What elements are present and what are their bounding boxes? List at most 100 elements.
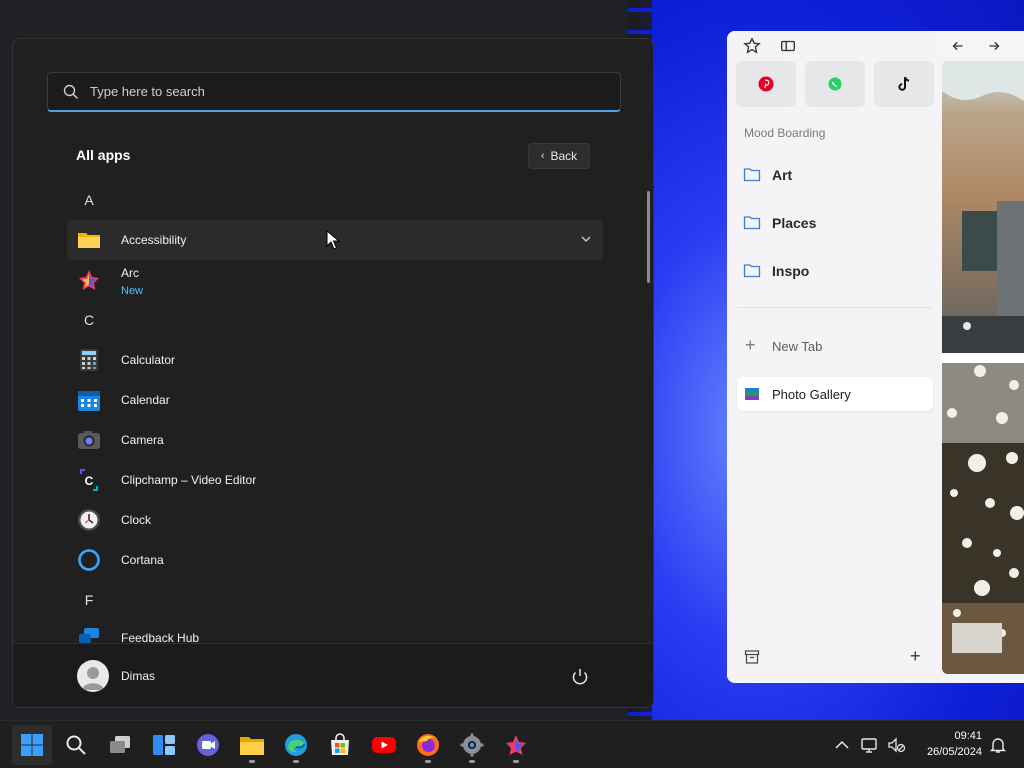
teams-button[interactable] [188, 725, 228, 765]
app-clipchamp[interactable]: C Clipchamp – Video Editor [67, 460, 603, 500]
task-view-icon [110, 736, 130, 753]
user-name[interactable]: Dimas [121, 669, 155, 683]
store-icon [331, 733, 349, 755]
app-cortana[interactable]: Cortana [67, 540, 603, 580]
pinned-pinterest[interactable] [736, 61, 796, 107]
all-apps-list: A Accessibility Arc New C Calculator Cal… [67, 184, 603, 644]
app-name: Clock [121, 513, 152, 527]
clipchamp-icon: C [80, 469, 98, 491]
section-header-c[interactable]: C [67, 304, 111, 336]
app-calendar[interactable]: Calendar [67, 380, 603, 420]
folder-label: Art [772, 167, 793, 183]
app-name: Calendar [121, 393, 170, 407]
arc-browser-window: Mood Boarding Art Places Inspo + New Tab [727, 31, 1024, 683]
arc-sidebar: Mood Boarding Art Places Inspo + New Tab [727, 31, 1000, 683]
mouse-cursor-icon [326, 230, 340, 250]
arc-logo-icon[interactable] [743, 37, 761, 55]
folder-places[interactable]: Places [737, 206, 933, 240]
settings-button[interactable] [452, 725, 492, 765]
notification-bell-icon[interactable] [988, 735, 1008, 755]
camera-icon [78, 431, 100, 449]
running-indicator [249, 760, 255, 763]
pinned-tiktok[interactable] [874, 61, 934, 107]
running-indicator [293, 760, 299, 763]
app-arc[interactable]: Arc New [67, 260, 603, 300]
folder-art[interactable]: Art [737, 158, 933, 192]
folder-icon [743, 264, 761, 278]
running-indicator [513, 760, 519, 763]
start-menu: Type here to search All apps ‹ Back A Ac… [12, 38, 654, 708]
youtube-icon [372, 737, 396, 753]
youtube-button[interactable] [364, 725, 404, 765]
search-icon [63, 84, 78, 99]
photo-gallery-favicon-icon [745, 388, 759, 400]
forward-arrow-icon[interactable] [985, 37, 1003, 55]
app-name: Cortana [121, 553, 164, 567]
clock-time[interactable]: 09:41 [930, 730, 982, 742]
file-explorer-button[interactable] [232, 725, 272, 765]
back-arrow-icon[interactable] [949, 37, 967, 55]
back-label: Back [550, 149, 578, 163]
tab-label: Photo Gallery [772, 387, 851, 402]
app-name: Arc [121, 266, 139, 280]
search-input[interactable]: Type here to search [47, 72, 621, 112]
task-view-button[interactable] [100, 725, 140, 765]
sidebar-divider [737, 307, 932, 308]
app-name: Camera [121, 433, 164, 447]
back-button[interactable]: ‹ Back [528, 143, 590, 169]
chevron-up-icon[interactable] [832, 735, 852, 755]
cortana-icon [78, 549, 100, 571]
firefox-button[interactable] [408, 725, 448, 765]
arc-icon [79, 270, 99, 290]
pinned-whatsapp[interactable] [805, 61, 865, 107]
section-header-a[interactable]: A [67, 184, 111, 216]
app-name: Clipchamp – Video Editor [121, 473, 257, 487]
section-header-f[interactable]: F [67, 584, 111, 616]
folder-icon [78, 233, 100, 248]
string-lights-photo [942, 363, 1024, 674]
firefox-icon [417, 734, 439, 756]
add-space-plus-icon[interactable]: + [910, 646, 921, 667]
widgets-button[interactable] [144, 725, 184, 765]
new-tab-button[interactable]: + New Tab [737, 329, 933, 363]
volume-muted-icon[interactable] [886, 735, 906, 755]
start-menu-footer: Dimas [13, 643, 653, 707]
chevron-down-icon[interactable] [579, 232, 593, 246]
edge-icon [285, 734, 307, 756]
windows-start-icon [21, 734, 43, 756]
edge-button[interactable] [276, 725, 316, 765]
all-apps-title: All apps [76, 147, 131, 163]
clock-date[interactable]: 26/05/2024 [918, 746, 982, 758]
tiktok-icon [898, 76, 910, 91]
space-title: Mood Boarding [744, 126, 826, 140]
gear-icon [460, 733, 484, 757]
archive-icon[interactable] [744, 649, 760, 665]
widgets-icon [153, 735, 175, 755]
svg-text:C: C [85, 474, 94, 488]
taskbar: 09:41 26/05/2024 [0, 720, 1024, 768]
app-list-scrollbar[interactable] [647, 191, 650, 283]
store-button[interactable] [320, 725, 360, 765]
whatsapp-icon [828, 77, 842, 91]
search-placeholder: Type here to search [90, 84, 205, 99]
arc-taskbar-button[interactable] [496, 725, 536, 765]
taskbar-search-button[interactable] [56, 725, 96, 765]
app-name: Accessibility [121, 233, 187, 247]
app-clock[interactable]: Clock [67, 500, 603, 540]
start-button[interactable] [12, 725, 52, 765]
pinterest-icon [758, 76, 774, 92]
app-feedback-hub[interactable]: Feedback Hub [67, 618, 603, 644]
app-calculator[interactable]: Calculator [67, 340, 603, 380]
app-name: Calculator [121, 353, 176, 367]
tab-photo-gallery[interactable]: Photo Gallery [737, 377, 933, 411]
folder-label: Inspo [772, 263, 810, 279]
network-icon[interactable] [860, 735, 880, 755]
power-icon[interactable] [569, 666, 591, 688]
file-explorer-icon [240, 737, 264, 755]
folder-inspo[interactable]: Inspo [737, 254, 933, 288]
arc-icon [506, 735, 526, 755]
app-camera[interactable]: Camera [67, 420, 603, 460]
photo-gap [942, 353, 1024, 363]
avatar[interactable] [77, 660, 109, 692]
sidebar-toggle-icon[interactable] [779, 37, 797, 55]
